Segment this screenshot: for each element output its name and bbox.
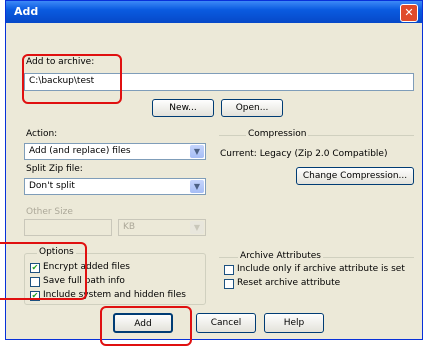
help-button[interactable]: Help xyxy=(264,313,324,333)
current-compression-text: Current: Legacy (Zip 2.0 Compatible) xyxy=(220,149,388,159)
highlight-archive-path xyxy=(22,54,122,104)
reset-archive-attr-checkbox[interactable] xyxy=(224,279,234,289)
include-archive-attr-checkbox[interactable] xyxy=(224,265,234,275)
open-button[interactable]: Open... xyxy=(221,99,283,117)
size-unit-select: KB ▼ xyxy=(118,219,206,236)
split-selected-value: Don't split xyxy=(29,181,75,191)
new-button[interactable]: New... xyxy=(152,99,214,117)
highlight-options xyxy=(0,242,87,300)
split-label: Split Zip file: xyxy=(26,164,83,174)
action-label: Action: xyxy=(26,129,58,139)
other-size-label: Other Size xyxy=(26,207,73,217)
dialog-title: Add xyxy=(14,5,39,18)
archive-attributes-group-label: Archive Attributes xyxy=(238,251,323,261)
other-size-input xyxy=(24,219,112,236)
chevron-down-icon[interactable]: ▼ xyxy=(190,145,204,158)
compression-group-label: Compression xyxy=(246,129,309,139)
size-unit-value: KB xyxy=(123,222,136,232)
chevron-down-icon: ▼ xyxy=(190,221,204,234)
include-archive-attr-label: Include only if archive attribute is set xyxy=(237,264,405,274)
reset-archive-attr-label: Reset archive attribute xyxy=(237,278,341,288)
action-select[interactable]: Add (and replace) files ▼ xyxy=(24,143,206,160)
action-selected-value: Add (and replace) files xyxy=(29,146,131,156)
highlight-add-button xyxy=(100,306,192,346)
cancel-button[interactable]: Cancel xyxy=(196,313,256,333)
split-select[interactable]: Don't split ▼ xyxy=(24,178,206,195)
title-bar[interactable]: Add ✕ xyxy=(6,1,422,23)
change-compression-button[interactable]: Change Compression... xyxy=(296,167,414,185)
chevron-down-icon[interactable]: ▼ xyxy=(190,180,204,193)
close-icon[interactable]: ✕ xyxy=(400,4,418,22)
